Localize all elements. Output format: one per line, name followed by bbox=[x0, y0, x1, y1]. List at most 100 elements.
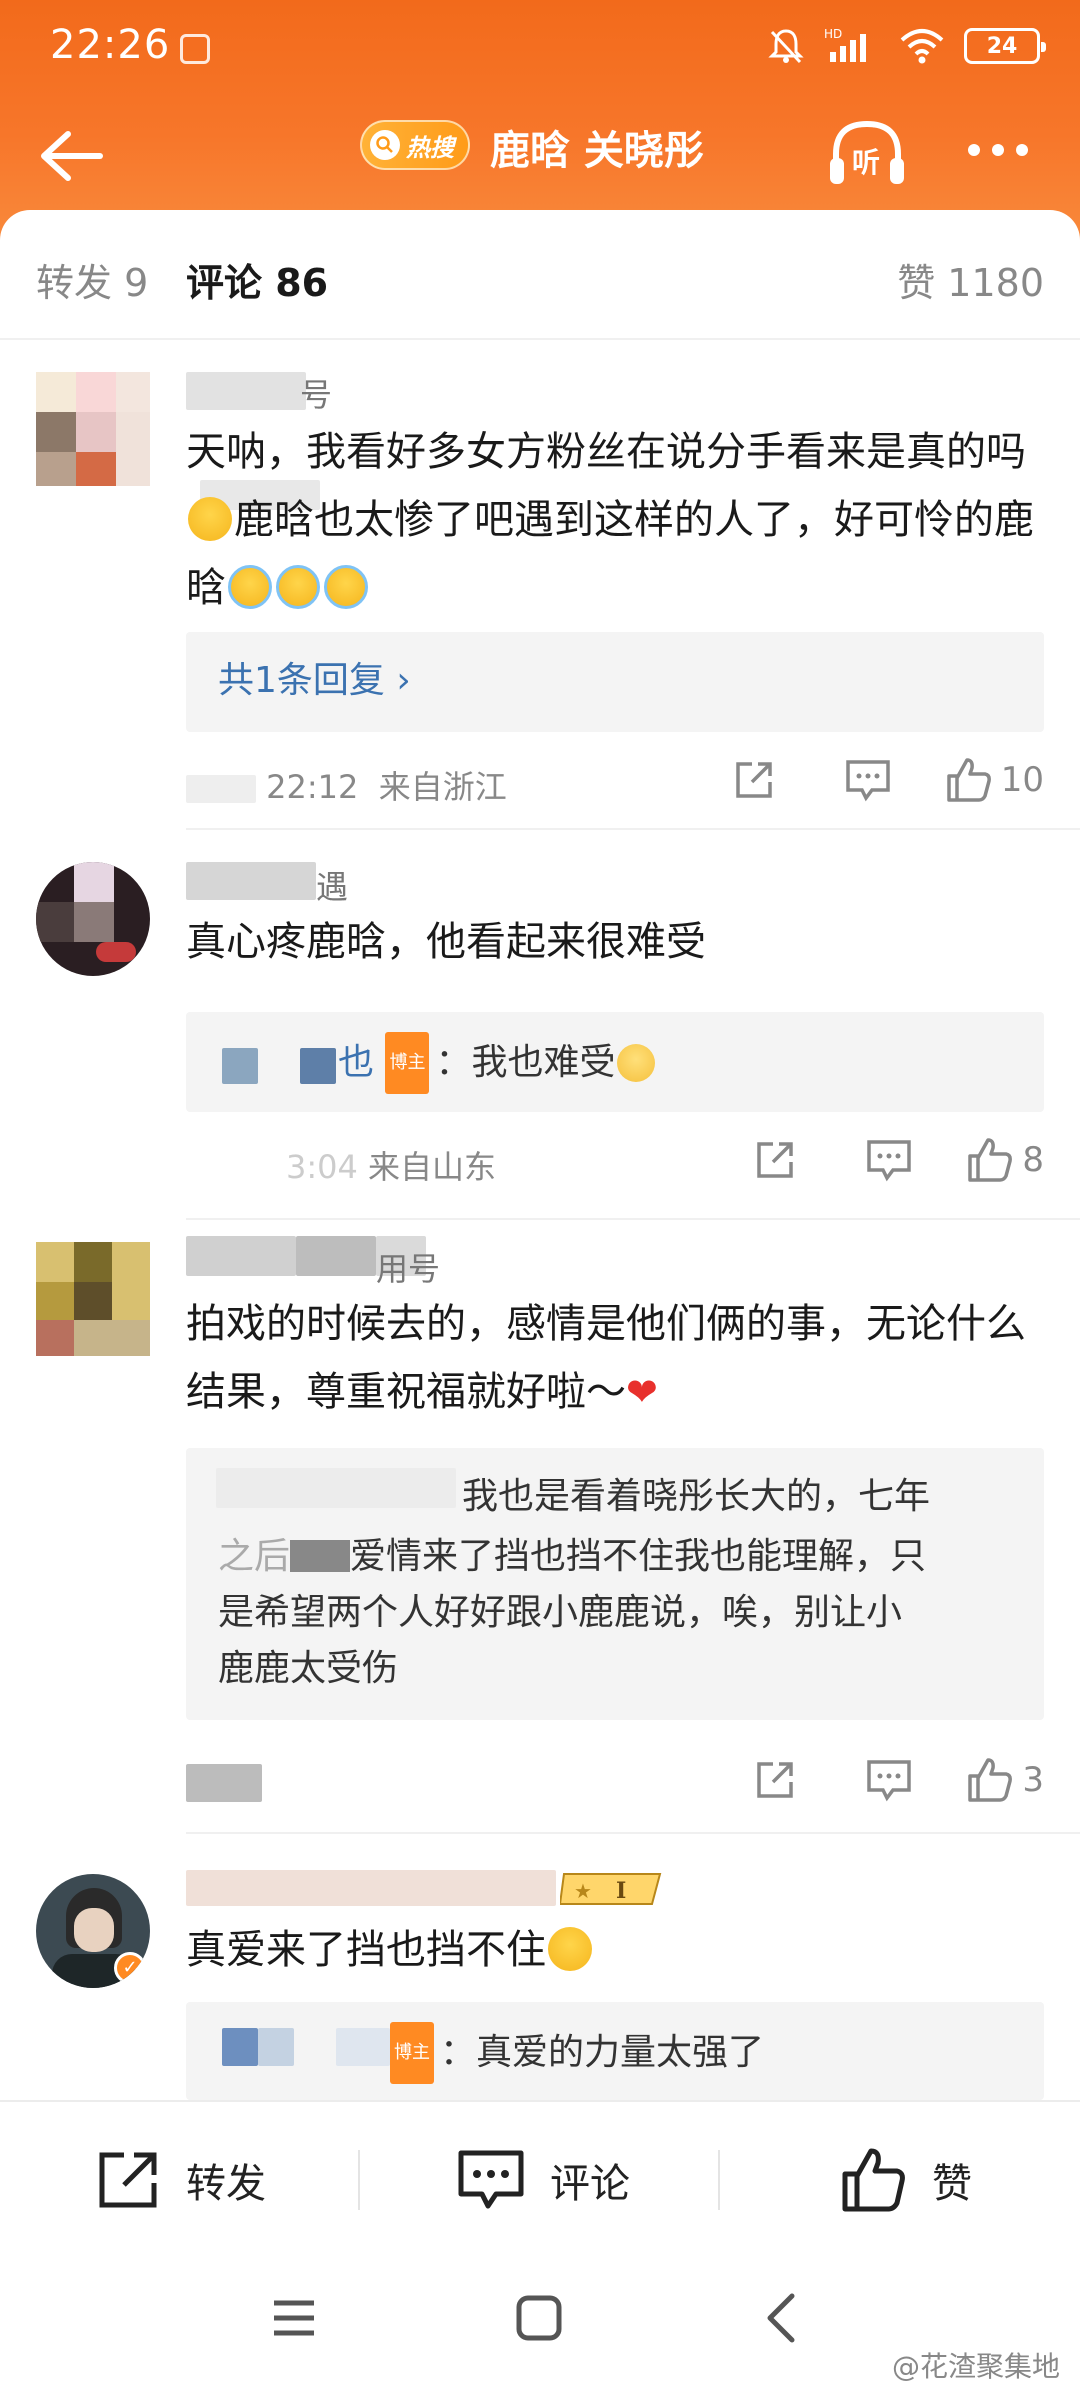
divider bbox=[186, 828, 1080, 830]
thumbs-up-icon bbox=[946, 758, 991, 802]
svg-text:HD: HD bbox=[824, 27, 842, 41]
redaction-blur bbox=[216, 1468, 456, 1508]
svg-text:I: I bbox=[616, 1878, 626, 1904]
crying-emoji-icon bbox=[228, 565, 272, 609]
dot-icon bbox=[968, 144, 980, 156]
hot-search-label: 热搜 bbox=[406, 133, 454, 162]
status-bar: 22:26 HD 24 bbox=[0, 0, 1080, 100]
back-button[interactable] bbox=[34, 124, 106, 188]
watermark: @花渣聚集地 bbox=[891, 2350, 1060, 2383]
share-icon bbox=[757, 1762, 794, 1798]
comment-actions: 3 bbox=[698, 1754, 1044, 1806]
reply-button[interactable] bbox=[852, 1754, 926, 1806]
home-button[interactable] bbox=[514, 2293, 564, 2343]
comment-time: 22:12 bbox=[266, 768, 359, 806]
redaction-blur bbox=[186, 1870, 556, 1906]
reply-text: 博主 ：真爱的力量太强了 bbox=[390, 2022, 764, 2084]
headphones-icon: 听 bbox=[830, 120, 904, 184]
system-back-button[interactable] bbox=[762, 2291, 802, 2345]
worried-emoji-icon bbox=[188, 497, 232, 541]
reply-author[interactable]: 也 bbox=[338, 1042, 374, 1083]
comment-icon bbox=[845, 760, 890, 802]
redaction-blur bbox=[222, 2028, 258, 2066]
status-icons: HD 24 bbox=[766, 26, 1046, 66]
avatar[interactable] bbox=[36, 372, 150, 486]
avatar[interactable]: ✓ bbox=[36, 1874, 150, 1988]
comment-text: 拍戏的时候去的，感情是他们俩的事，无论什么结果，尊重祝福就好啦～❤ bbox=[186, 1290, 1046, 1426]
like-button[interactable]: 3 bbox=[966, 1754, 1044, 1806]
comment-meta: 22:12 来自浙江 bbox=[186, 762, 507, 808]
comment-text: 天呐，我看好多女方粉丝在说分手看来是真的吗鹿晗也太惨了吧遇到这样的人了，好可怜的… bbox=[186, 418, 1046, 622]
sad-emoji-icon bbox=[617, 1044, 656, 1082]
vip-level-badge: ★ I bbox=[558, 1870, 664, 1908]
username[interactable]: 用号 bbox=[376, 1244, 440, 1290]
battery-indicator: 24 bbox=[964, 28, 1046, 64]
bottom-repost-label: 转发 bbox=[186, 2161, 266, 2207]
like-button[interactable]: 10 bbox=[945, 754, 1044, 806]
reply-preview-box[interactable]: 博主 ：真爱的力量太强了 bbox=[186, 2002, 1044, 2100]
redaction-blur bbox=[222, 1048, 258, 1084]
reply-preview-box[interactable]: 我也是看着晓彤长大的，七年 之后 爱情来了挡也挡不住我也能理解，只 是希望两个人好… bbox=[186, 1448, 1044, 1720]
comment-time: 3:04 bbox=[286, 1148, 358, 1186]
divider bbox=[186, 1832, 1080, 1834]
tab-bar: 转发 9 评论 86 赞 1180 bbox=[0, 210, 1080, 510]
view-replies-link[interactable]: 共1条回复 › bbox=[218, 652, 411, 710]
reply-line: 是希望两个人好好跟小鹿鹿说，唉，别让小 bbox=[218, 1592, 903, 1633]
redaction-blur bbox=[336, 2028, 390, 2066]
home-square-icon bbox=[516, 2295, 562, 2341]
bottom-like-label: 赞 bbox=[932, 2161, 972, 2207]
redaction-blur bbox=[186, 862, 316, 900]
reply-button[interactable] bbox=[852, 1134, 926, 1186]
wifi-icon bbox=[900, 29, 944, 64]
search-icon bbox=[370, 130, 400, 160]
back-arrow-icon bbox=[41, 131, 103, 181]
bottom-like-button[interactable]: 赞 bbox=[840, 2142, 972, 2218]
reply-preview-box[interactable]: 也 博主 ：我也难受 bbox=[186, 1012, 1044, 1112]
avatar[interactable] bbox=[36, 862, 150, 976]
dot-icon bbox=[1016, 144, 1028, 156]
author-badge: 博主 bbox=[385, 1032, 430, 1094]
tab-likes[interactable]: 赞 1180 bbox=[897, 252, 1044, 307]
comment-icon bbox=[867, 1140, 912, 1182]
reply-text-part: 爱情来了挡也挡不住我也能理解，只 bbox=[350, 1536, 927, 1577]
verified-badge-icon: ✓ bbox=[114, 1952, 146, 1984]
comment-text-part: 真爱来了挡也挡不住 bbox=[186, 1927, 546, 1973]
recent-apps-button[interactable] bbox=[270, 2295, 318, 2341]
heart-icon: ❤ bbox=[626, 1370, 658, 1414]
divider bbox=[358, 2150, 360, 2210]
reply-content: ：我也难受 bbox=[435, 1042, 616, 1083]
more-options-button[interactable] bbox=[968, 130, 1038, 170]
share-icon bbox=[99, 2152, 157, 2208]
share-icon bbox=[735, 762, 772, 798]
listen-button[interactable]: 听 bbox=[826, 114, 908, 190]
like-count: 10 bbox=[1000, 760, 1044, 800]
share-button[interactable] bbox=[738, 1134, 812, 1186]
avatar[interactable] bbox=[36, 1242, 150, 1356]
reply-content: ：真爱的力量太强了 bbox=[440, 2032, 765, 2073]
share-icon bbox=[757, 1142, 794, 1178]
comment-text: 真爱来了挡也挡不住 bbox=[186, 1916, 1046, 1984]
tab-comment[interactable]: 评论 86 bbox=[186, 252, 328, 307]
reply-button[interactable] bbox=[831, 754, 905, 806]
redaction-blur bbox=[258, 2028, 294, 2066]
share-button[interactable] bbox=[717, 754, 791, 806]
username[interactable]: 遇 bbox=[316, 862, 348, 908]
thumbs-up-icon bbox=[968, 1138, 1013, 1182]
crying-emoji-icon bbox=[324, 565, 368, 609]
comment-text-part: 天呐，我看好多女方粉丝在说分手看来是真的吗 bbox=[186, 429, 1026, 475]
like-button[interactable]: 8 bbox=[966, 1134, 1044, 1186]
username[interactable]: 号 bbox=[300, 370, 332, 416]
bottom-repost-button[interactable]: 转发 bbox=[96, 2142, 266, 2218]
redaction-blur bbox=[186, 1764, 262, 1802]
navigation-bar: 热搜 鹿晗 关晓彤 听 bbox=[0, 100, 1080, 210]
tab-repost[interactable]: 转发 9 bbox=[36, 252, 148, 307]
comment-location: 来自浙江 bbox=[378, 768, 507, 806]
bottom-comment-button[interactable]: 评论 bbox=[456, 2142, 630, 2218]
share-button[interactable] bbox=[738, 1754, 812, 1806]
redaction-blur bbox=[186, 1236, 296, 1276]
comment-actions: 10 bbox=[677, 754, 1044, 806]
mute-bell-icon bbox=[768, 29, 804, 64]
reply-summary-box[interactable]: 共1条回复 › bbox=[186, 632, 1044, 732]
hot-search-badge[interactable]: 热搜 bbox=[360, 120, 470, 170]
comment-text-part: 拍戏的时候去的，感情是他们俩的事，无论什么结果，尊重祝福就好啦～ bbox=[186, 1301, 1026, 1415]
